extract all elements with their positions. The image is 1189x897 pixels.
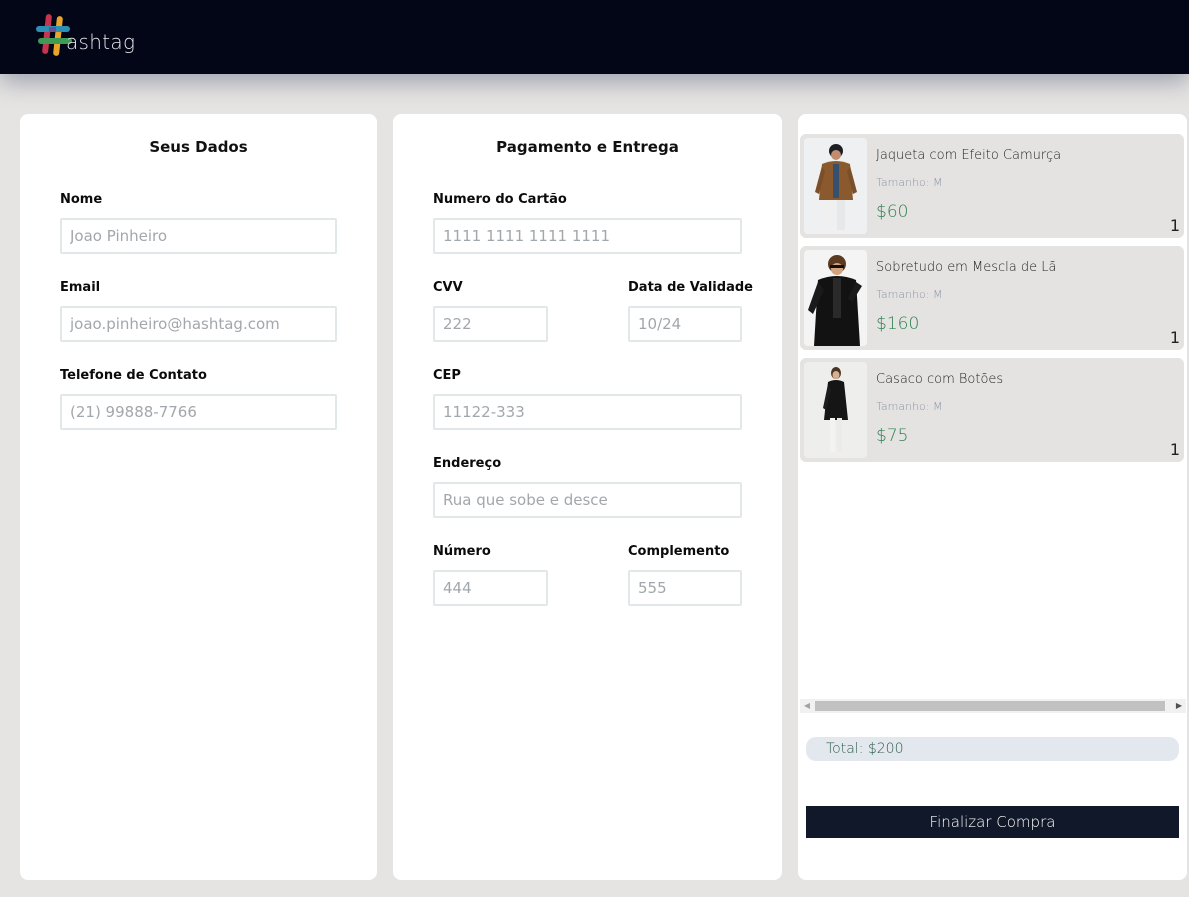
phone-input[interactable] [60,394,337,430]
product-quantity: 1 [1169,440,1180,459]
scrollbar-thumb[interactable] [815,701,1165,711]
payment-panel: Pagamento e Entrega Numero do Cartão CVV… [393,114,782,880]
product-quantity: 1 [1169,216,1180,235]
cep-label: CEP [433,368,461,383]
name-input[interactable] [60,218,337,254]
email-input[interactable] [60,306,337,342]
product-price: $160 [876,314,920,334]
finalize-purchase-button[interactable]: Finalizar Compra [806,806,1179,838]
scroll-left-icon[interactable]: ◀ [800,699,814,713]
cart-item[interactable]: Casaco com Botões Tamanho: M $75 1 [800,358,1184,462]
product-size: Tamanho: M [876,400,943,413]
product-name: Sobretudo em Mescla de Lã [876,260,1057,275]
complement-label: Complemento [628,544,730,559]
scroll-right-icon[interactable]: ▶ [1172,699,1186,713]
cvv-label: CVV [433,280,463,295]
complement-input[interactable] [628,570,742,606]
top-header: ashtag [0,0,1189,74]
product-price: $75 [876,426,909,446]
expiry-label: Data de Validade [628,280,753,295]
phone-label: Telefone de Contato [60,368,207,383]
address-input[interactable] [433,482,742,518]
cart-horizontal-scrollbar[interactable]: ◀ ▶ [800,699,1186,713]
expiry-input[interactable] [628,306,742,342]
logo-text: ashtag [66,30,136,54]
product-image [804,138,867,234]
brand-logo[interactable]: ashtag [36,12,135,58]
card-number-label: Numero do Cartão [433,192,567,207]
personal-data-panel: Seus Dados Nome Email Telefone de Contat… [20,114,377,880]
cart-item[interactable]: Jaqueta com Efeito Camurça Tamanho: M $6… [800,134,1184,238]
product-price: $60 [876,202,909,222]
product-quantity: 1 [1169,328,1180,347]
product-image [804,250,867,346]
cvv-input[interactable] [433,306,548,342]
panel-title-personal: Seus Dados [149,138,248,156]
product-size: Tamanho: M [876,288,943,301]
name-label: Nome [60,192,103,207]
cart-panel: Jaqueta com Efeito Camurça Tamanho: M $6… [798,114,1187,880]
number-label: Número [433,544,491,559]
product-name: Casaco com Botões [876,372,1004,387]
cep-input[interactable] [433,394,742,430]
product-name: Jaqueta com Efeito Camurça [876,148,1062,163]
product-image [804,362,867,458]
cart-total: Total: $200 [806,737,1179,761]
product-size: Tamanho: M [876,176,943,189]
cart-list[interactable]: Jaqueta com Efeito Camurça Tamanho: M $6… [800,134,1186,712]
email-label: Email [60,280,101,295]
number-input[interactable] [433,570,548,606]
address-label: Endereço [433,456,502,471]
cart-item[interactable]: Sobretudo em Mescla de Lã Tamanho: M $16… [800,246,1184,350]
card-number-input[interactable] [433,218,742,254]
panel-title-payment: Pagamento e Entrega [496,138,679,156]
